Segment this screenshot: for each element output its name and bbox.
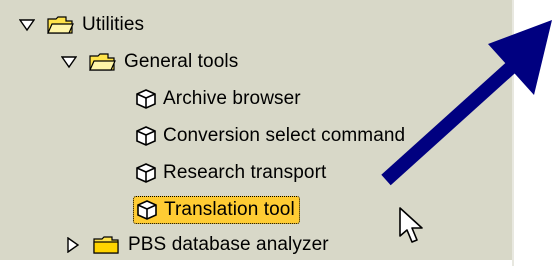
tree-item-archive-browser[interactable]: Archive browser: [135, 84, 301, 114]
tree-node-pbs-database-analyzer[interactable]: PBS database analyzer: [64, 230, 329, 260]
triangle-down-icon[interactable]: [60, 53, 78, 71]
cube-icon: [135, 88, 157, 110]
tree-item-label: Research transport: [163, 162, 327, 183]
tree-item-label: Conversion select command: [163, 125, 406, 146]
tree-panel: Utilities General tools Archive browser: [0, 0, 514, 266]
selection-highlight[interactable]: Translation tool: [133, 196, 300, 224]
tree-item-label: Translation tool: [164, 199, 295, 220]
tree-node-label: General tools: [124, 51, 239, 72]
mouse-cursor-icon: [399, 207, 423, 243]
tree-item-conversion-select-command[interactable]: Conversion select command: [135, 121, 405, 151]
tree-node-label: PBS database analyzer: [128, 234, 329, 255]
triangle-right-icon[interactable]: [64, 236, 82, 254]
tree-node-general-tools[interactable]: General tools: [60, 47, 238, 77]
cube-icon: [136, 199, 158, 221]
cube-icon: [135, 162, 157, 184]
tree-node-label: Utilities: [82, 14, 145, 35]
tree-item-research-transport[interactable]: Research transport: [135, 158, 326, 188]
tree-item-label: Archive browser: [163, 88, 301, 109]
closed-folder-icon: [92, 234, 120, 256]
open-folder-icon: [88, 51, 116, 73]
tree-node-utilities[interactable]: Utilities: [18, 10, 144, 40]
open-folder-icon: [46, 14, 74, 36]
triangle-down-icon[interactable]: [18, 16, 36, 34]
tree-item-translation-tool[interactable]: Translation tool: [133, 195, 300, 225]
cube-icon: [135, 125, 157, 147]
